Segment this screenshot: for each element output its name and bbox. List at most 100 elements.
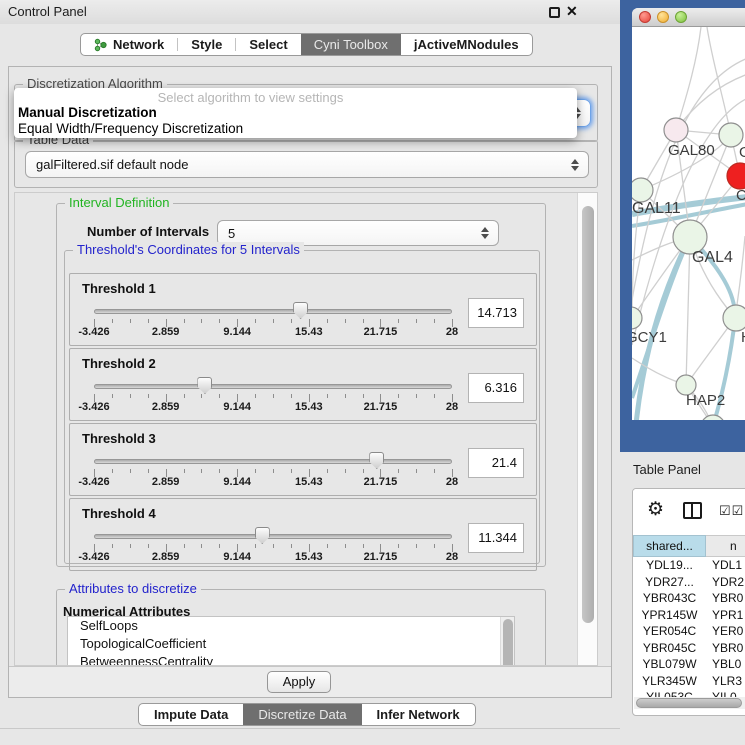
thresholds-group-title: Threshold's Coordinates for 5 Intervals: [73, 242, 304, 257]
column-view-icon[interactable]: [683, 502, 702, 519]
tick-mark: [345, 319, 346, 323]
slider-track[interactable]: [94, 534, 452, 539]
scrollbar-thumb[interactable]: [636, 698, 742, 708]
slider-tick-labels: -3.4262.8599.14415.4321.71528: [94, 551, 452, 565]
network-node-H[interactable]: [723, 305, 745, 331]
dropdown-option[interactable]: Manual Discretization: [18, 105, 157, 120]
tick-mark: [148, 469, 149, 473]
thresholds-group: Threshold's Coordinates for 5 Intervals …: [64, 250, 540, 564]
tab-style[interactable]: Style: [178, 34, 235, 55]
tick-mark: [184, 469, 185, 473]
table-body: YDL19...YDL1YDR27...YDR2YBR043CYBR0YPR14…: [633, 557, 745, 706]
interval-definition-group: Interval Definition Number of Intervals …: [56, 203, 546, 567]
threshold-slider[interactable]: -3.4262.8599.14415.4321.71528: [94, 377, 452, 417]
table-row[interactable]: YDR27...YDR2: [633, 574, 745, 591]
tab-jactivemnodules[interactable]: jActiveMNodules: [401, 34, 532, 55]
tick-mark: [273, 469, 274, 473]
tick-label: -3.426: [78, 551, 109, 563]
cell-name: YBR0: [706, 640, 745, 657]
network-node-GAL80[interactable]: [664, 118, 688, 142]
network-node-node-bottom[interactable]: [701, 415, 725, 420]
threshold-slider[interactable]: -3.4262.8599.14415.4321.71528: [94, 527, 452, 567]
slider-tick-labels: -3.4262.8599.14415.4321.71528: [94, 476, 452, 490]
table-row[interactable]: YBL079WYBL0: [633, 656, 745, 673]
table-row[interactable]: YBR043CYBR0: [633, 590, 745, 607]
slider-thumb[interactable]: [369, 452, 384, 469]
network-edge[interactable]: [676, 74, 745, 130]
scrollbar-thumb[interactable]: [503, 619, 513, 666]
column-header-shared[interactable]: shared...: [633, 535, 706, 557]
column-header-name[interactable]: n: [706, 535, 745, 557]
tick-label: 15.43: [295, 326, 323, 338]
top-tab-bar: NetworkStyleSelectCyni ToolboxjActiveMNo…: [80, 33, 533, 56]
threshold-value-field[interactable]: 6.316: [468, 373, 524, 403]
network-edge[interactable]: [707, 27, 731, 135]
tab-cyni-toolbox[interactable]: Cyni Toolbox: [301, 34, 401, 55]
network-edge[interactable]: [686, 237, 690, 385]
table-row[interactable]: YBR045CYBR0: [633, 640, 745, 657]
tick-mark: [148, 394, 149, 398]
network-node-GAL11[interactable]: [632, 178, 653, 202]
tick-mark: [112, 469, 113, 473]
tick-label: 28: [446, 326, 458, 338]
tick-mark: [327, 544, 328, 548]
table-row[interactable]: YPR145WYPR1: [633, 607, 745, 624]
close-button[interactable]: [639, 11, 651, 23]
threshold-value-field[interactable]: 14.713: [468, 298, 524, 328]
tick-mark: [201, 319, 202, 323]
scrollbar-thumb[interactable]: [582, 206, 594, 623]
list-item[interactable]: BetweennessCentrality: [68, 653, 514, 666]
table-data-value: galFiltered.sif default node: [36, 157, 188, 172]
minimize-button[interactable]: [657, 11, 669, 23]
select-columns-icon[interactable]: ☑☑: [719, 503, 744, 519]
close-icon[interactable]: ✕: [566, 3, 578, 20]
table-data-combobox[interactable]: galFiltered.sif default node: [25, 151, 589, 178]
numerical-attributes-list[interactable]: SelfLoopsTopologicalCoefficientBetweenne…: [67, 616, 515, 666]
slider-track[interactable]: [94, 459, 452, 464]
settings-gear-icon[interactable]: ⚙: [647, 498, 664, 521]
cell-shared-name: YLR345W: [633, 673, 706, 690]
tab-infer-network[interactable]: Infer Network: [362, 704, 475, 725]
tick-mark: [434, 394, 435, 398]
tick-label: 2.859: [152, 551, 180, 563]
threshold-value-field[interactable]: 11.344: [468, 523, 524, 553]
tab-network[interactable]: Network: [81, 34, 177, 55]
zoom-button[interactable]: [675, 11, 687, 23]
table-row[interactable]: YER054CYER0: [633, 623, 745, 640]
tab-select[interactable]: Select: [236, 34, 300, 55]
spinner-arrows-icon: [571, 159, 579, 171]
slider-track[interactable]: [94, 309, 452, 314]
tick-mark: [112, 319, 113, 323]
tick-mark: [273, 319, 274, 323]
list-scrollbar[interactable]: [500, 617, 514, 666]
network-node-C[interactable]: [727, 163, 745, 189]
horizontal-scrollbar[interactable]: [634, 697, 745, 709]
tick-mark: [416, 319, 417, 323]
list-item[interactable]: TopologicalCoefficient: [68, 635, 514, 653]
tick-mark: [273, 394, 274, 398]
tab-impute-data[interactable]: Impute Data: [139, 704, 243, 725]
cell-shared-name: YBR043C: [633, 590, 706, 607]
cell-name: YBL0: [706, 656, 745, 673]
apply-button[interactable]: Apply: [267, 671, 331, 693]
vertical-scrollbar[interactable]: [577, 193, 598, 666]
tick-label: 2.859: [152, 326, 180, 338]
threshold-slider[interactable]: -3.4262.8599.14415.4321.71528: [94, 452, 452, 492]
dropdown-option[interactable]: Equal Width/Frequency Discretization: [18, 121, 243, 136]
threshold-value-field[interactable]: 21.4: [468, 448, 524, 478]
slider-thumb[interactable]: [255, 527, 270, 544]
tick-mark: [148, 544, 149, 548]
table-panel-title: Table Panel: [633, 462, 701, 477]
float-window-icon[interactable]: [549, 7, 560, 18]
tab-discretize-data[interactable]: Discretize Data: [243, 704, 361, 725]
slider-thumb[interactable]: [197, 377, 212, 394]
table-row[interactable]: YDL19...YDL1: [633, 557, 745, 574]
list-item[interactable]: SelfLoops: [68, 617, 514, 635]
slider-track[interactable]: [94, 384, 452, 389]
table-toolbar: ⚙ ☑☑: [633, 489, 745, 533]
slider-thumb[interactable]: [293, 302, 308, 319]
table-row[interactable]: YLR345WYLR3: [633, 673, 745, 690]
threshold-slider[interactable]: -3.4262.8599.14415.4321.71528: [94, 302, 452, 342]
network-canvas[interactable]: GAL80GCGAL11GAL4GCY1HHAP2: [632, 27, 745, 420]
threshold-label: Threshold 4: [82, 506, 156, 521]
